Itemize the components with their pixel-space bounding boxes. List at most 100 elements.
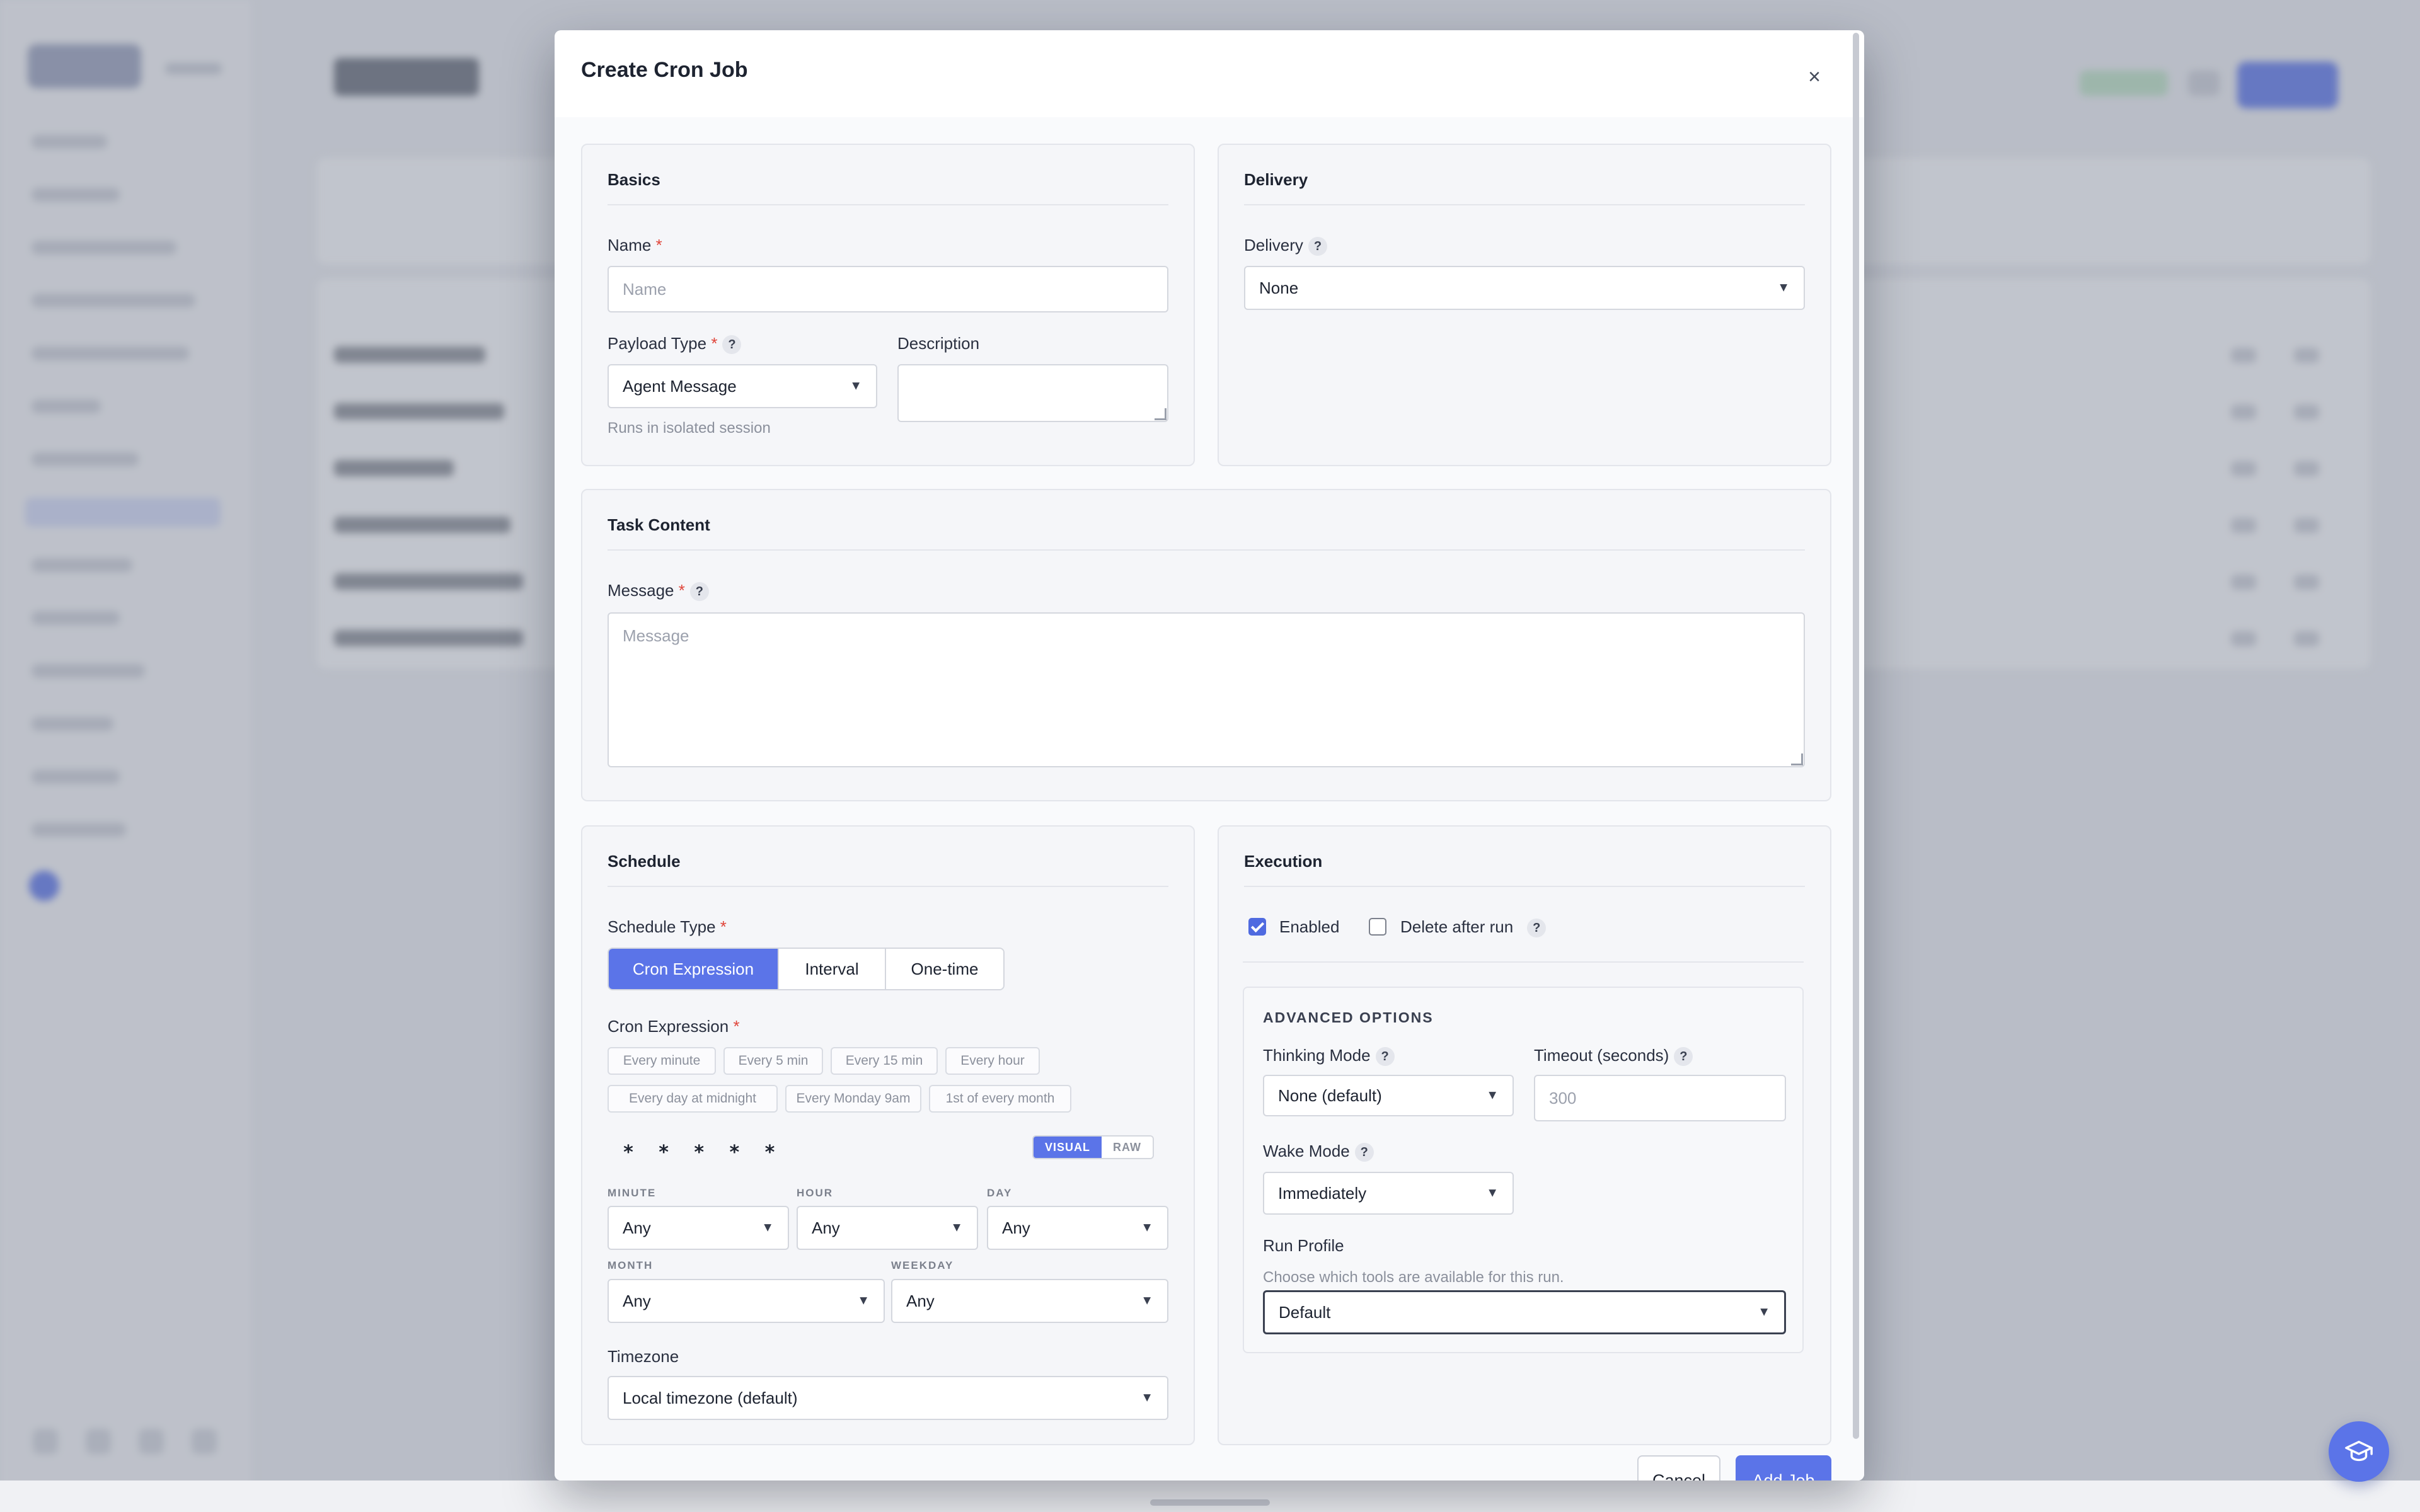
day-value: Any (1002, 1218, 1030, 1237)
schedule-type-interval[interactable]: Interval (779, 949, 886, 989)
schedule-type-segmented: Cron Expression Interval One-time (608, 948, 1005, 990)
preset-first-of-month[interactable]: 1st of every month (929, 1085, 1071, 1113)
enabled-checkbox[interactable] (1248, 918, 1266, 936)
cancel-button[interactable]: Cancel (1637, 1455, 1720, 1480)
cron-mode-toggle: VISUAL RAW (1032, 1135, 1155, 1159)
preset-every-day-midnight[interactable]: Every day at midnight (608, 1085, 778, 1113)
schedule-type-one-time[interactable]: One-time (886, 949, 1003, 989)
chevron-down-icon: ▼ (761, 1220, 774, 1235)
delete-after-run-label: Delete after run? (1400, 917, 1547, 938)
timezone-select[interactable]: Local timezone (default) ▼ (608, 1376, 1168, 1420)
run-profile-value: Default (1279, 1302, 1331, 1322)
graduation-cap-icon (2345, 1440, 2373, 1462)
thinking-mode-label-text: Thinking Mode (1263, 1046, 1371, 1065)
mode-visual[interactable]: VISUAL (1034, 1137, 1102, 1158)
payload-type-hint: Runs in isolated session (608, 420, 771, 437)
advanced-options-title: ADVANCED OPTIONS (1263, 1009, 1434, 1026)
description-label: Description (897, 334, 980, 353)
modal-title: Create Cron Job (581, 58, 748, 82)
preset-every-monday-9am[interactable]: Every Monday 9am (785, 1085, 921, 1113)
chevron-down-icon: ▼ (850, 379, 862, 393)
divider (1244, 886, 1805, 887)
timeout-input[interactable] (1534, 1075, 1786, 1121)
weekday-select[interactable]: Any ▼ (891, 1279, 1168, 1323)
payload-type-label-text: Payload Type (608, 334, 707, 353)
bottom-strip (0, 1480, 2420, 1512)
preset-every-hour[interactable]: Every hour (945, 1047, 1040, 1075)
divider (608, 886, 1168, 887)
resize-handle-icon[interactable] (1155, 408, 1167, 420)
schedule-type-label: Schedule Type * (608, 917, 727, 937)
delivery-title: Delivery (1244, 170, 1308, 189)
help-icon[interactable]: ? (1308, 237, 1327, 256)
chevron-down-icon: ▼ (1141, 1220, 1153, 1235)
hour-label: HOUR (797, 1187, 834, 1199)
chevron-down-icon: ▼ (1486, 1088, 1499, 1102)
payload-type-label: Payload Type *? (608, 334, 742, 355)
help-icon[interactable]: ? (1375, 1047, 1395, 1067)
preset-every-minute[interactable]: Every minute (608, 1047, 716, 1075)
day-select[interactable]: Any ▼ (987, 1206, 1168, 1250)
delivery-label-text: Delivery (1244, 236, 1303, 255)
wake-mode-value: Immediately (1278, 1183, 1367, 1203)
task-content-title: Task Content (608, 515, 710, 534)
message-input[interactable] (608, 612, 1805, 767)
cron-preview: * * * * * (623, 1142, 782, 1164)
timezone-value: Local timezone (default) (623, 1388, 798, 1407)
wake-mode-select[interactable]: Immediately ▼ (1263, 1172, 1514, 1215)
run-profile-select[interactable]: Default ▼ (1263, 1290, 1786, 1334)
delivery-label: Delivery? (1244, 236, 1327, 256)
help-fab-button[interactable] (2329, 1421, 2389, 1482)
required-mark: * (711, 334, 718, 353)
timezone-label: Timezone (608, 1347, 679, 1366)
preset-every-15-min[interactable]: Every 15 min (831, 1047, 938, 1075)
wake-mode-label-text: Wake Mode (1263, 1142, 1350, 1160)
help-icon[interactable]: ? (1354, 1143, 1374, 1162)
name-input[interactable] (608, 266, 1168, 312)
thinking-mode-value: None (default) (1278, 1085, 1382, 1105)
month-select[interactable]: Any ▼ (608, 1279, 885, 1323)
name-label: Name * (608, 236, 662, 255)
run-profile-hint: Choose which tools are available for thi… (1263, 1269, 1564, 1286)
payload-type-select[interactable]: Agent Message ▼ (608, 364, 877, 408)
timeout-label: Timeout (seconds)? (1534, 1046, 1693, 1067)
minute-select[interactable]: Any ▼ (608, 1206, 789, 1250)
preset-every-5-min[interactable]: Every 5 min (723, 1047, 823, 1075)
divider (608, 204, 1168, 205)
wake-mode-label: Wake Mode? (1263, 1142, 1374, 1162)
delete-after-run-checkbox[interactable] (1369, 918, 1386, 936)
required-mark: * (733, 1017, 740, 1036)
required-mark: * (720, 917, 727, 936)
weekday-value: Any (906, 1291, 935, 1310)
month-value: Any (623, 1291, 651, 1310)
hour-select[interactable]: Any ▼ (797, 1206, 978, 1250)
divider (1244, 204, 1805, 205)
divider (1243, 961, 1804, 963)
add-job-button[interactable]: Add Job (1736, 1455, 1831, 1480)
chevron-down-icon: ▼ (1486, 1186, 1499, 1200)
help-icon[interactable]: ? (1674, 1047, 1693, 1067)
payload-type-value: Agent Message (623, 376, 737, 396)
minute-value: Any (623, 1218, 651, 1237)
message-label-text: Message (608, 581, 674, 600)
run-profile-label: Run Profile (1263, 1236, 1344, 1255)
schedule-type-cron[interactable]: Cron Expression (609, 949, 779, 989)
close-icon[interactable]: × (1799, 63, 1829, 93)
modal-footer: Cancel Add Job (555, 1450, 1864, 1480)
description-input[interactable] (897, 364, 1168, 422)
enabled-label: Enabled (1279, 917, 1340, 936)
chevron-down-icon: ▼ (1141, 1293, 1153, 1308)
help-icon[interactable]: ? (722, 335, 742, 355)
delivery-select[interactable]: None ▼ (1244, 266, 1805, 310)
modal-scrollbar[interactable] (1853, 33, 1859, 1439)
mode-raw[interactable]: RAW (1102, 1137, 1153, 1158)
timeout-label-text: Timeout (seconds) (1534, 1046, 1669, 1065)
chevron-down-icon: ▼ (1777, 280, 1790, 295)
help-icon[interactable]: ? (689, 582, 709, 602)
weekday-label: WEEKDAY (891, 1259, 954, 1271)
thinking-mode-select[interactable]: None (default) ▼ (1263, 1075, 1514, 1116)
help-icon[interactable]: ? (1527, 919, 1547, 938)
chevron-down-icon: ▼ (1141, 1390, 1153, 1405)
resize-handle-icon[interactable] (1791, 753, 1803, 765)
chevron-down-icon: ▼ (857, 1293, 870, 1308)
